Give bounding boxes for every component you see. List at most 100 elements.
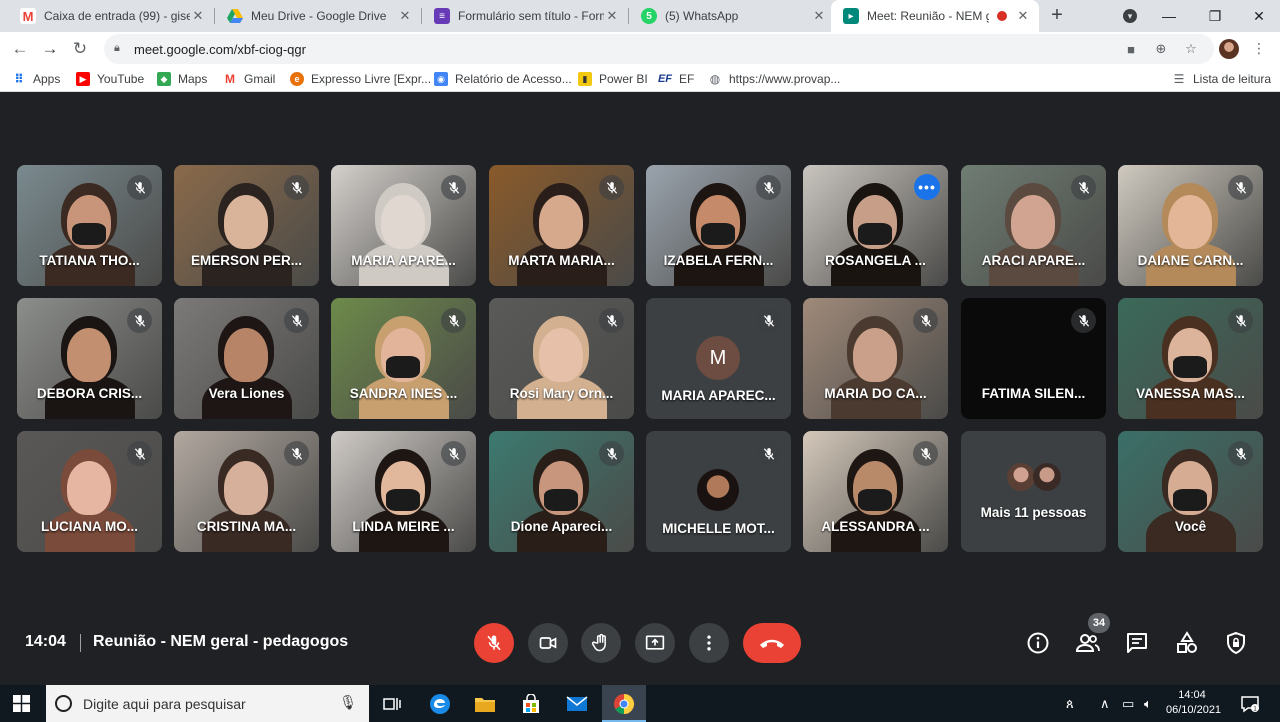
participant-name: IZABELA FERN... <box>663 253 774 268</box>
bookmark-expresso[interactable]: e Expresso Livre [Expr... <box>290 71 431 87</box>
people-button[interactable] <box>1074 629 1102 657</box>
participant-face <box>1011 195 1055 249</box>
mic-muted-icon <box>1228 175 1253 200</box>
back-button[interactable]: ← <box>8 37 32 61</box>
participant-tile[interactable]: SANDRA INES ... <box>331 298 476 419</box>
participant-tile[interactable]: Mais 11 pessoas <box>961 431 1106 552</box>
participant-tile[interactable]: ARACI APARE... <box>961 165 1106 286</box>
forms-icon: ≡ <box>434 8 450 24</box>
globe-icon: ◍ <box>709 72 721 86</box>
participant-tile[interactable]: Dione Apareci... <box>489 431 634 552</box>
system-clock[interactable]: 14:04 06/10/2021 <box>1166 688 1221 718</box>
windows-start-icon[interactable] <box>13 695 30 712</box>
bookmark-powerbi[interactable]: ▮ Power BI <box>578 71 648 87</box>
participant-name: EMERSON PER... <box>190 253 303 268</box>
ef-icon: EF <box>657 73 673 85</box>
tab-whatsapp[interactable]: 5 (5) WhatsApp ✕ <box>629 0 835 32</box>
close-icon[interactable]: ✕ <box>397 8 413 24</box>
face-mask <box>544 489 578 511</box>
new-tab-button[interactable]: + <box>1046 5 1068 27</box>
participant-tile[interactable]: Você <box>1118 431 1263 552</box>
chrome-menu-icon[interactable]: ⋮ <box>1252 40 1266 57</box>
people-icon <box>1075 634 1100 652</box>
participant-name: MARTA MARIA... <box>508 253 615 268</box>
participant-tile[interactable]: MICHELLE MOT... <box>646 431 791 552</box>
tile-options-icon[interactable]: ••• <box>914 174 940 200</box>
tab-gmail[interactable]: M Caixa de entrada (99) - gisele ✕ <box>8 0 214 32</box>
participant-name: VANESSA MAS... <box>1136 386 1245 401</box>
participant-name: Dione Apareci... <box>510 519 613 534</box>
person-tray-icon[interactable]: ጰ <box>1066 696 1074 712</box>
activities-button[interactable] <box>1173 629 1201 657</box>
close-window-button[interactable]: ✕ <box>1236 0 1280 32</box>
bookmark-ef[interactable]: EF EF <box>658 71 694 87</box>
tab-forms[interactable]: ≡ Formulário sem título - Form ✕ <box>422 0 628 32</box>
participant-tile[interactable]: DEBORA CRIS... <box>17 298 162 419</box>
taskbar-search[interactable]: Digite aqui para pesquisar 🎙︎ <box>46 685 369 722</box>
participant-tile[interactable]: Vera Liones <box>174 298 319 419</box>
participant-tile[interactable]: IZABELA FERN... <box>646 165 791 286</box>
raise-hand-button[interactable] <box>581 623 621 663</box>
bookmark-gmail[interactable]: M Gmail <box>223 71 275 87</box>
reload-button[interactable]: ↻ <box>68 37 92 61</box>
participant-tile[interactable]: MARIA APARE... <box>331 165 476 286</box>
meeting-details-button[interactable] <box>1024 629 1052 657</box>
reading-list[interactable]: ☰ Lista de leitura <box>1172 71 1271 87</box>
present-screen-button[interactable] <box>635 623 675 663</box>
participant-name: CRISTINA MA... <box>196 519 297 534</box>
mic-muted-icon <box>1071 175 1096 200</box>
participant-tile[interactable]: M MARIA APAREC... <box>646 298 791 419</box>
camera-icon[interactable]: ■ <box>1122 40 1140 58</box>
chat-button[interactable] <box>1123 629 1151 657</box>
participant-tile[interactable]: MARIA DO CA... <box>803 298 948 419</box>
participant-tile[interactable]: Rosi Mary Orn... <box>489 298 634 419</box>
participant-tile[interactable]: ••• ROSANGELA ... <box>803 165 948 286</box>
tab-meet[interactable]: ▸ Meet: Reunião - NEM ge ✕ <box>831 0 1039 32</box>
participant-tile[interactable]: DAIANE CARN... <box>1118 165 1263 286</box>
task-view-icon[interactable] <box>378 690 406 718</box>
mail-icon[interactable] <box>563 690 591 718</box>
network-icon[interactable]: ▭ <box>1122 696 1134 712</box>
forward-button[interactable]: → <box>38 37 62 61</box>
participant-tile[interactable]: LUCIANA MO... <box>17 431 162 552</box>
tab-drive[interactable]: Meu Drive - Google Drive ✕ <box>215 0 421 32</box>
close-icon[interactable]: ✕ <box>604 8 620 24</box>
bookmark-provap[interactable]: ◍ https://www.provap... <box>708 71 841 87</box>
participant-tile[interactable]: FATIMA SILEN... <box>961 298 1106 419</box>
bookmark-star-icon[interactable]: ☆ <box>1182 40 1200 58</box>
bookmark-maps[interactable]: ◆ Maps <box>157 71 207 87</box>
participant-tile[interactable]: ALESSANDRA ... <box>803 431 948 552</box>
bookmark-apps[interactable]: ⠿ Apps <box>12 71 60 87</box>
host-controls-button[interactable] <box>1222 629 1250 657</box>
zoom-icon[interactable]: ⊕ <box>1152 40 1170 58</box>
file-explorer-icon[interactable] <box>471 690 499 718</box>
bookmark-youtube[interactable]: ▶ YouTube <box>76 71 144 87</box>
participant-tile[interactable]: EMERSON PER... <box>174 165 319 286</box>
microphone-icon[interactable]: 🎙︎ <box>339 694 357 711</box>
address-bar[interactable]: 🔒︎ meet.google.com/xbf-ciog-qgr ■ ⊕ ☆ <box>104 34 1214 64</box>
minimize-button[interactable]: — <box>1146 0 1192 32</box>
mic-muted-icon <box>599 175 624 200</box>
mic-muted-icon <box>284 308 309 333</box>
notifications-icon[interactable]: 1 <box>1236 690 1264 718</box>
participant-tile[interactable]: MARTA MARIA... <box>489 165 634 286</box>
profile-avatar[interactable] <box>1219 39 1239 59</box>
participant-tile[interactable]: TATIANA THO... <box>17 165 162 286</box>
more-options-button[interactable] <box>689 623 729 663</box>
volume-icon[interactable]: 🔈︎ <box>1144 696 1152 712</box>
mic-toggle-button[interactable] <box>474 623 514 663</box>
camera-toggle-button[interactable] <box>528 623 568 663</box>
leave-call-button[interactable] <box>743 623 801 663</box>
close-icon[interactable]: ✕ <box>190 8 206 24</box>
maximize-button[interactable]: ❐ <box>1192 0 1238 32</box>
participant-tile[interactable]: CRISTINA MA... <box>174 431 319 552</box>
participant-tile[interactable]: VANESSA MAS... <box>1118 298 1263 419</box>
participant-tile[interactable]: LINDA MEIRE ... <box>331 431 476 552</box>
close-icon[interactable]: ✕ <box>1015 8 1031 24</box>
chevron-up-icon[interactable]: ∧ <box>1100 696 1110 712</box>
close-icon[interactable]: ✕ <box>811 8 827 24</box>
participant-name: SANDRA INES ... <box>349 386 458 401</box>
store-icon[interactable] <box>517 690 545 718</box>
bookmark-relatorio[interactable]: ◉ Relatório de Acesso... <box>434 71 572 87</box>
edge-icon[interactable] <box>426 690 454 718</box>
